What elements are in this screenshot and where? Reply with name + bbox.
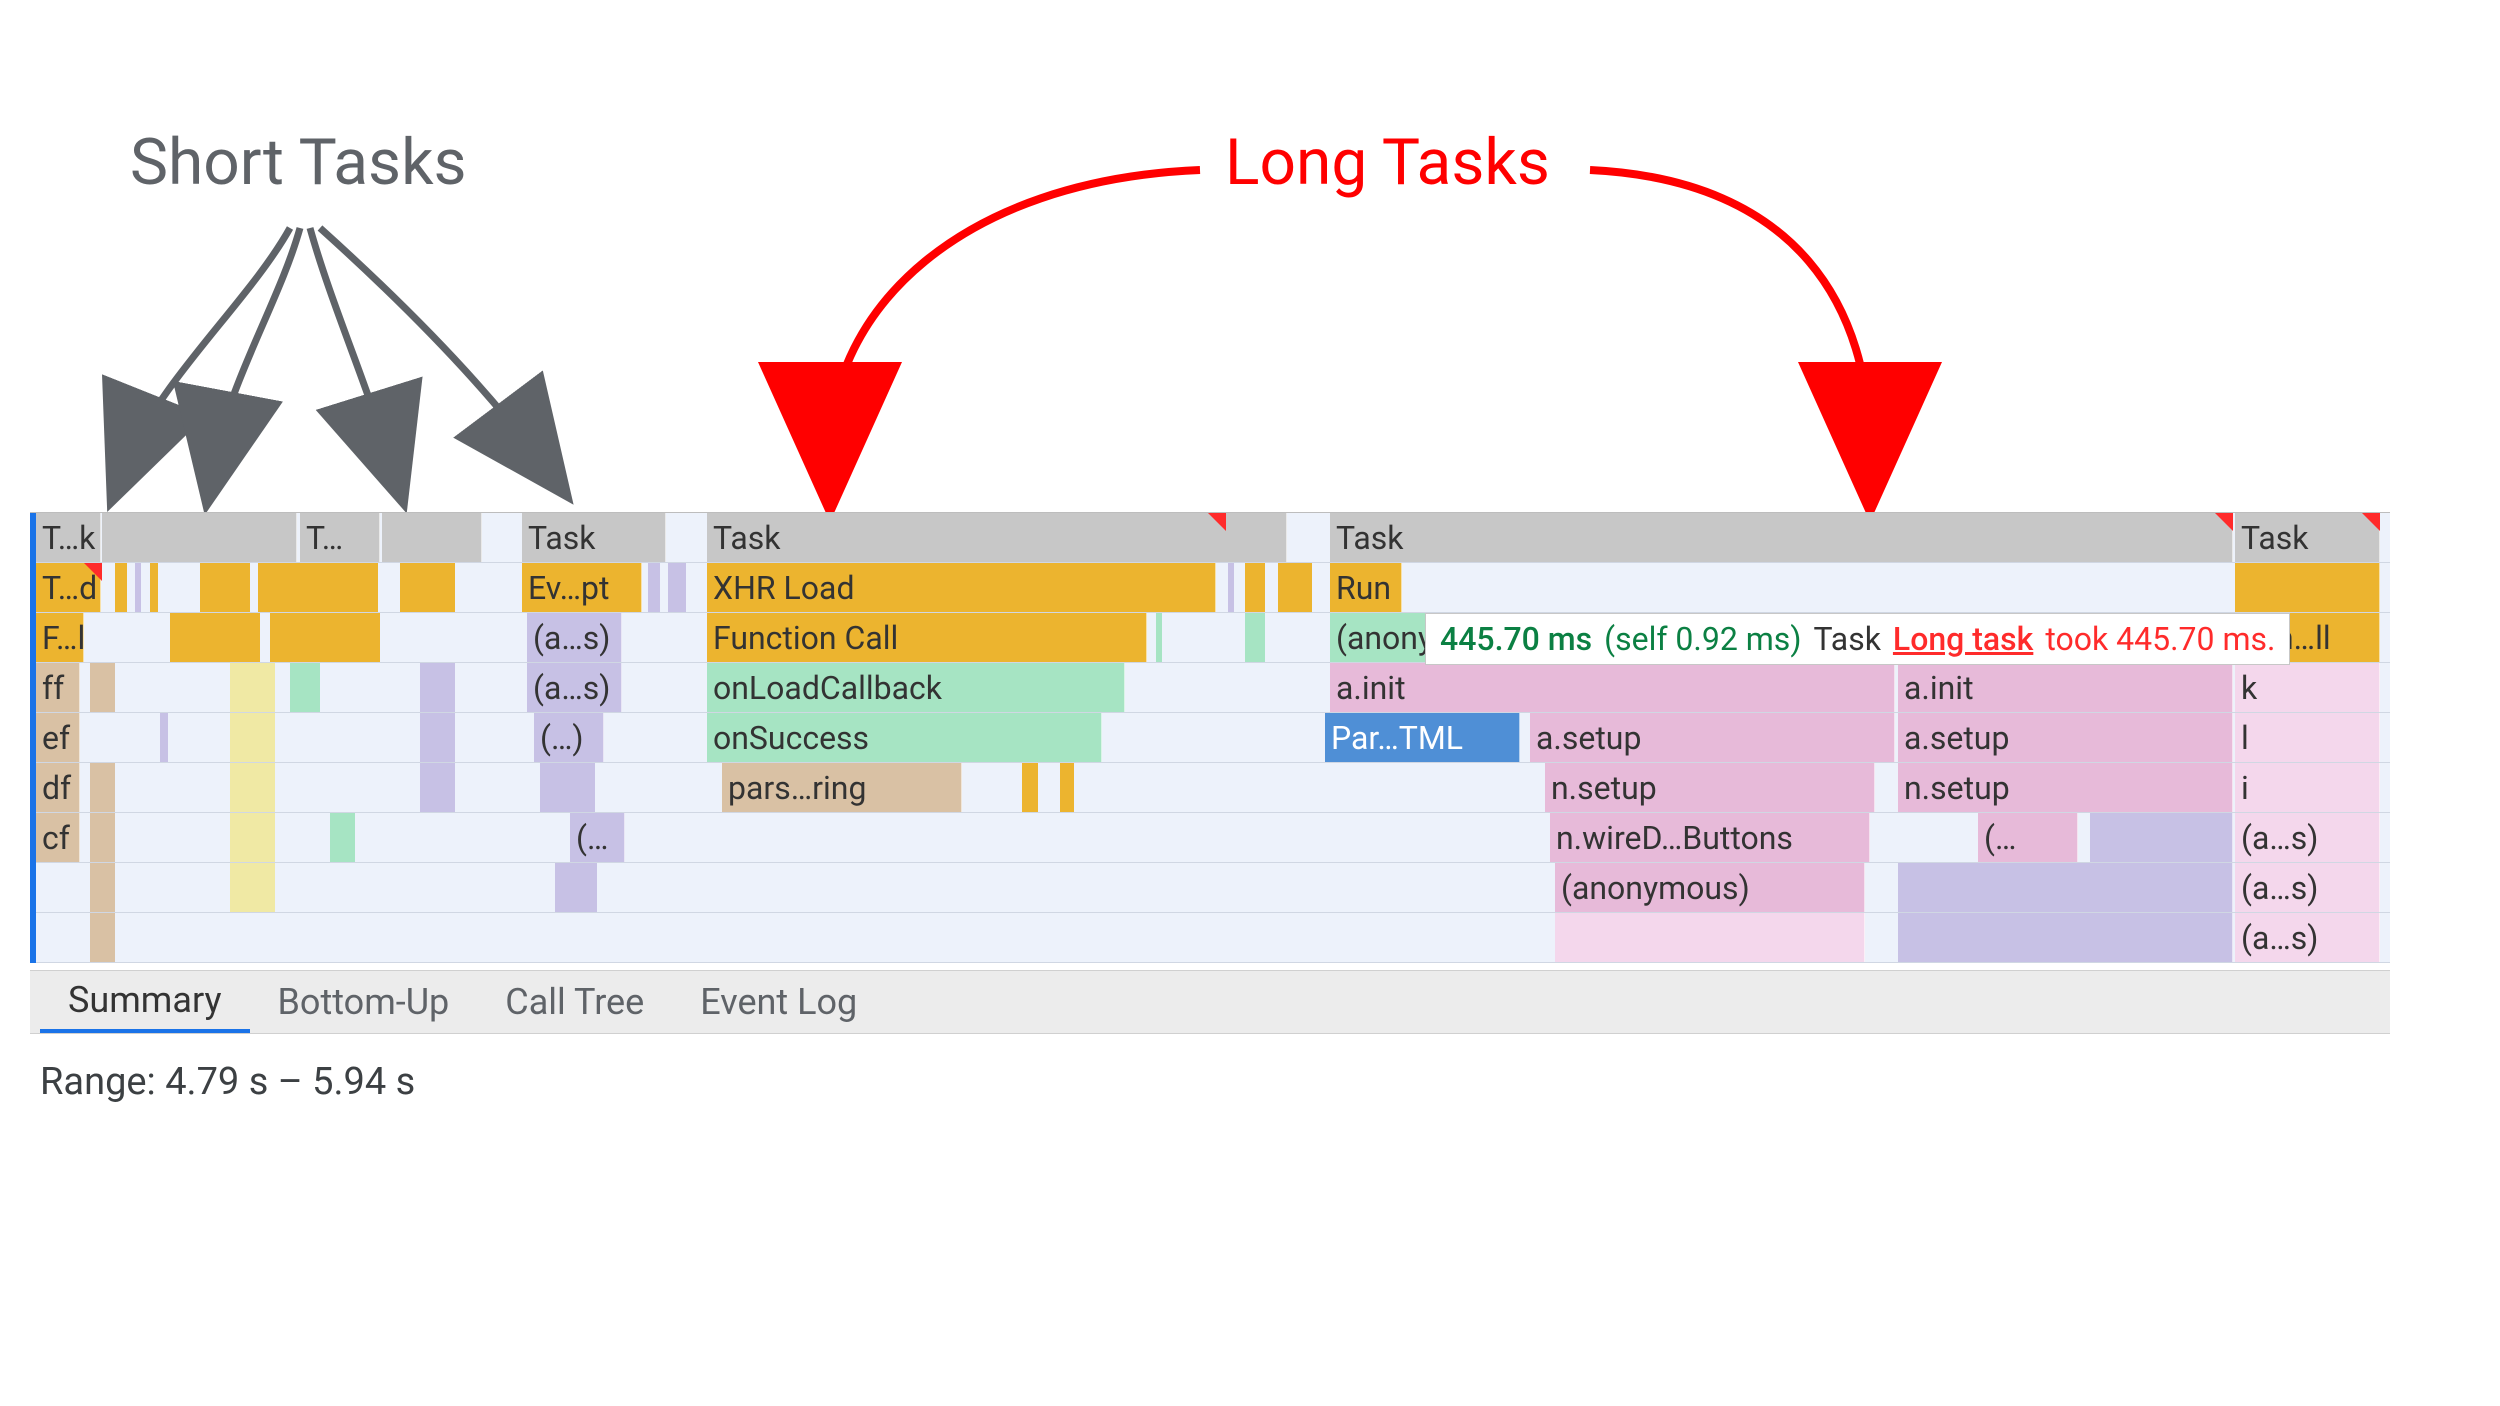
annotation-short-tasks-label: Short Tasks	[130, 125, 467, 200]
task-block[interactable]	[382, 513, 482, 562]
tooltip-time: 445.70 ms	[1440, 620, 1592, 658]
call-block[interactable]: a.init	[1898, 663, 2233, 712]
flame-row-8: (a…s)	[30, 913, 2390, 963]
flame-row-7: (anonymous) (a…s)	[30, 863, 2390, 913]
call-block[interactable]: n.setup	[1898, 763, 2233, 812]
call-block[interactable]: k	[2235, 663, 2380, 712]
call-block[interactable]: (…	[570, 813, 625, 862]
call-block[interactable]: l	[2235, 713, 2380, 762]
call-block[interactable]: (anonymous)	[1555, 863, 1865, 912]
call-block[interactable]	[1898, 913, 2233, 962]
call-block[interactable]: (a…s)	[2235, 913, 2380, 962]
call-block[interactable]	[2090, 813, 2233, 862]
call-block[interactable]: Ev…pt	[522, 563, 642, 612]
task-block[interactable]: Task	[1330, 513, 2233, 562]
flame-row-4: ef (…) onSuccess Par…TML a.setup a.setup…	[30, 713, 2390, 763]
call-block[interactable]: (a…s)	[2235, 863, 2380, 912]
flame-row-1: T…d Ev…pt XHR Load Run 445.70 ms (self 0…	[30, 563, 2390, 613]
task-block[interactable]: T…	[300, 513, 380, 562]
task-block[interactable]: Task	[707, 513, 1287, 562]
task-block[interactable]: T…k	[36, 513, 101, 562]
call-block[interactable]: (a…s)	[527, 613, 622, 662]
call-block[interactable]: Function Call	[707, 613, 1147, 662]
tab-summary[interactable]: Summary	[40, 971, 250, 1033]
call-block[interactable]: (…	[1978, 813, 2078, 862]
call-block[interactable]	[1898, 863, 2233, 912]
range-label: Range: 4.79 s – 5.94 s	[40, 1060, 415, 1104]
flame-row-6: cf (… n.wireD…Buttons (… (a…s)	[30, 813, 2390, 863]
call-block[interactable]: Par…TML	[1325, 713, 1520, 762]
tooltip-self-time: (self 0.92 ms)	[1604, 620, 1801, 658]
call-block[interactable]: i	[2235, 763, 2380, 812]
tooltip-trailer: took 445.70 ms.	[2045, 620, 2275, 658]
tooltip-task-word: Task	[1813, 620, 1880, 658]
flame-row-3: ff (a…s) onLoadCallback a.init a.init k	[30, 663, 2390, 713]
call-block[interactable]: pars…ring	[722, 763, 962, 812]
annotation-long-tasks-label: Long Tasks	[1225, 125, 1550, 200]
call-block[interactable]: (…)	[534, 713, 604, 762]
call-block[interactable]: cf	[36, 813, 80, 862]
call-block[interactable]: ff	[36, 663, 80, 712]
flame-chart[interactable]: T…k T… Task Task Task Task T…d Ev…pt XHR…	[30, 512, 2390, 963]
call-block[interactable]: n.wireD…Buttons	[1550, 813, 1870, 862]
call-block[interactable]: n.setup	[1545, 763, 1875, 812]
call-block[interactable]: a.setup	[1530, 713, 1895, 762]
call-block[interactable]: a.init	[1330, 663, 1895, 712]
call-block[interactable]: F…l	[36, 613, 84, 662]
flame-row-0: T…k T… Task Task Task Task	[30, 513, 2390, 563]
task-block[interactable]: Task	[522, 513, 666, 562]
call-block[interactable]: onLoadCallback	[707, 663, 1125, 712]
call-block[interactable]: df	[36, 763, 80, 812]
call-block[interactable]: (a…s)	[2235, 813, 2380, 862]
task-block[interactable]	[102, 513, 297, 562]
task-block[interactable]: Task	[2235, 513, 2380, 562]
tab-event-log[interactable]: Event Log	[672, 971, 885, 1033]
call-block[interactable]: Run	[1330, 563, 1402, 612]
tab-call-tree[interactable]: Call Tree	[477, 971, 672, 1033]
call-block[interactable]: a.setup	[1898, 713, 2233, 762]
call-block[interactable]	[2235, 563, 2380, 612]
call-block[interactable]: onSuccess	[707, 713, 1102, 762]
call-block[interactable]: ef	[36, 713, 80, 762]
tab-bottom-up[interactable]: Bottom-Up	[250, 971, 478, 1033]
details-tabs: Summary Bottom-Up Call Tree Event Log	[30, 970, 2390, 1034]
flame-row-5: df pars…ring n.setup n.setup i	[30, 763, 2390, 813]
call-block[interactable]: (a…s)	[527, 663, 622, 712]
call-block[interactable]: XHR Load	[707, 563, 1216, 612]
flame-tooltip: 445.70 ms (self 0.92 ms) Task Long task …	[1425, 613, 2290, 665]
call-block[interactable]	[1555, 913, 1865, 962]
tooltip-long-task-link[interactable]: Long task	[1893, 620, 2033, 658]
